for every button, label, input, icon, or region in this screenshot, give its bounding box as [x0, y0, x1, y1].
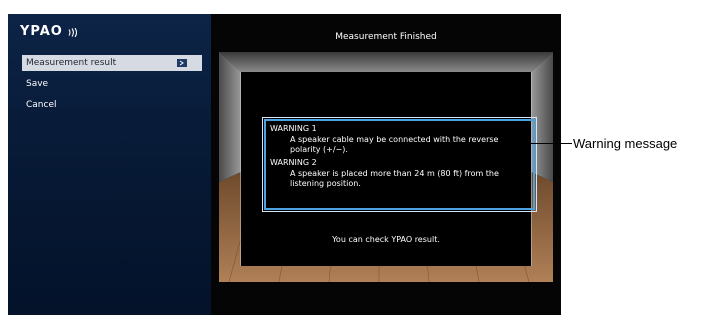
- message-screen: WARNING 1 A speaker cable may be connect…: [241, 72, 537, 266]
- sound-waves-icon: [68, 28, 78, 37]
- warning-text: A speaker is placed more than 24 m (80 f…: [290, 169, 499, 188]
- brand-name: YPAO: [20, 24, 63, 39]
- warning-message-box: WARNING 1 A speaker cable may be connect…: [262, 117, 537, 212]
- menu-item-label: Cancel: [26, 100, 57, 110]
- warning-text: A speaker cable may be connected with th…: [290, 135, 499, 154]
- callout-label: Warning message: [573, 136, 678, 151]
- page-title: Measurement Finished: [335, 32, 437, 42]
- warning-title: WARNING 2: [270, 158, 317, 167]
- enter-icon: [177, 59, 187, 67]
- sidebar-menu: YPAO Measurement result Save Cancel: [8, 14, 211, 315]
- menu-item-save[interactable]: Save: [22, 76, 202, 92]
- tv-screen: YPAO Measurement result Save Cancel Meas…: [8, 14, 561, 315]
- callout-line: [514, 143, 572, 144]
- result-panel: Measurement Finished WARNING 1 A speaker…: [211, 14, 561, 315]
- menu-item-measurement-result[interactable]: Measurement result: [22, 55, 202, 71]
- menu-item-cancel[interactable]: Cancel: [22, 97, 202, 113]
- warning-title: WARNING 1: [270, 124, 317, 133]
- brand-logo: YPAO: [20, 24, 63, 39]
- status-message: You can check YPAO result.: [332, 235, 440, 244]
- menu-item-label: Measurement result: [26, 58, 117, 68]
- menu-item-label: Save: [26, 79, 49, 89]
